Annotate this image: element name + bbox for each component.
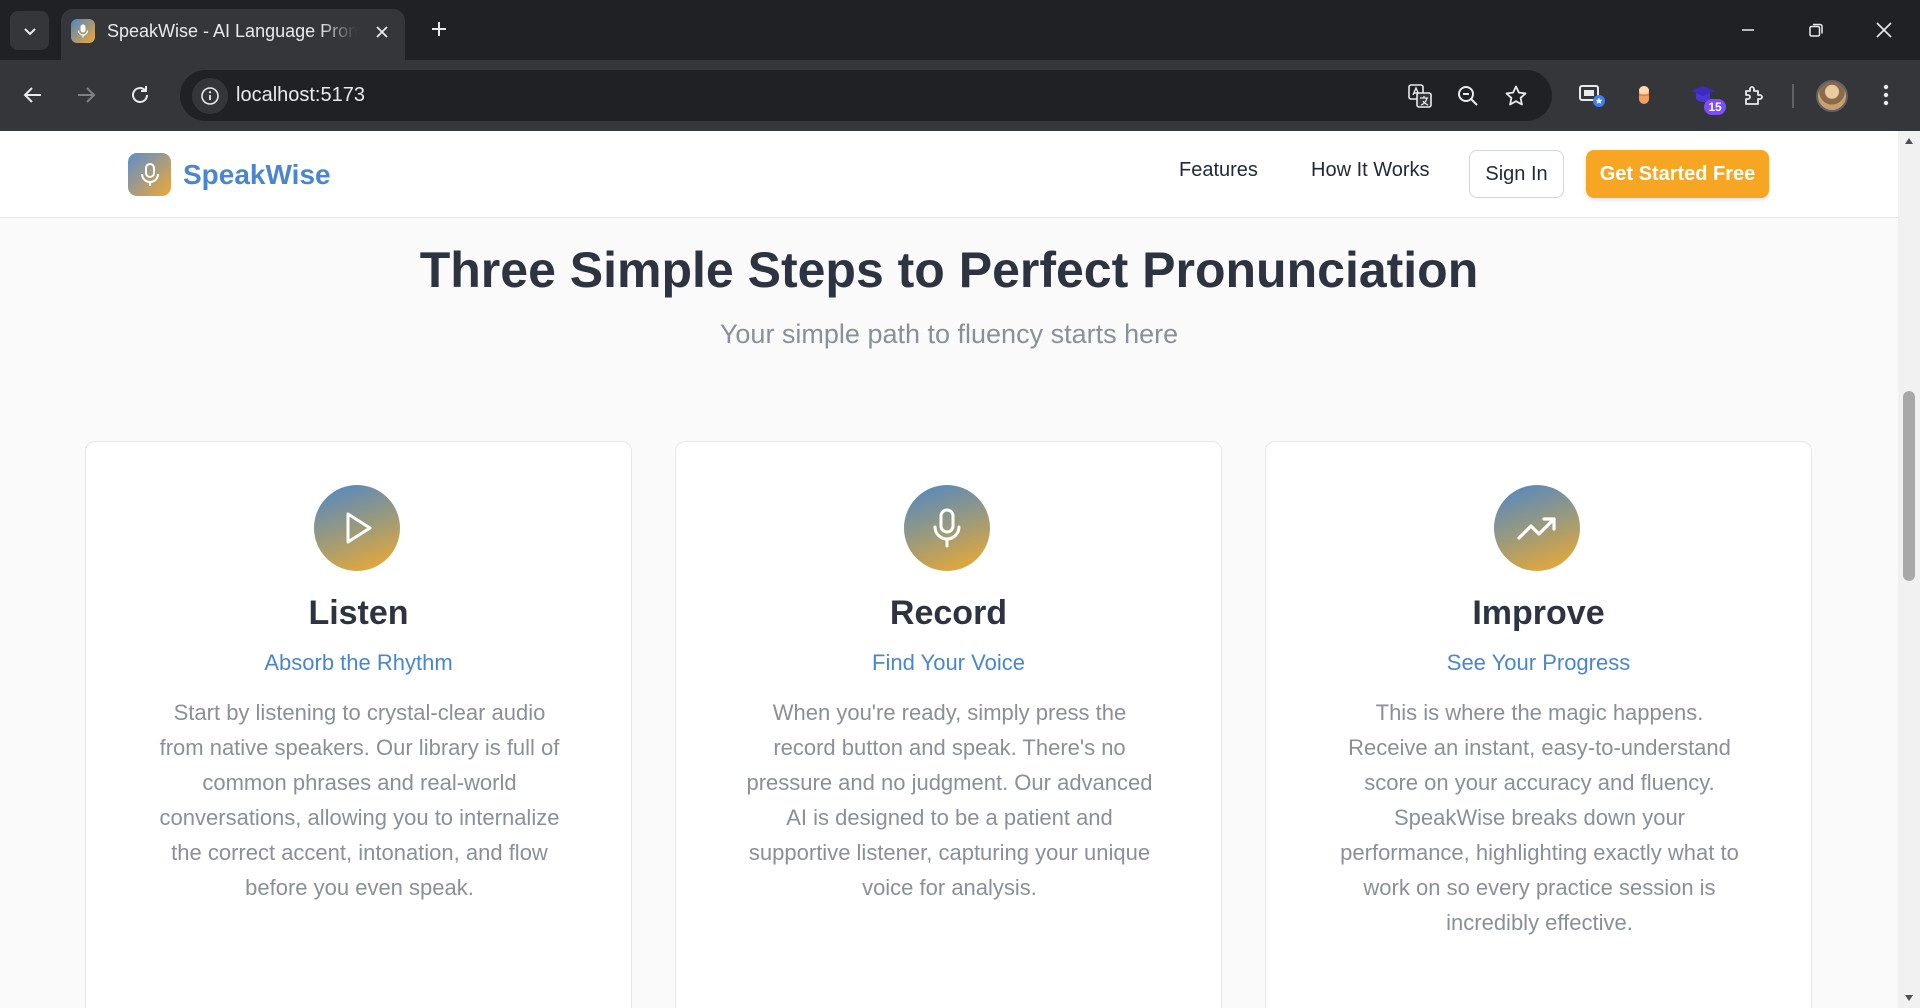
toolbar-separator: [1792, 84, 1794, 108]
forward-button[interactable]: [68, 77, 104, 113]
brand-name: SpeakWise: [183, 158, 331, 190]
card-title: Record: [889, 594, 1008, 632]
zoom-out-icon[interactable]: [1454, 82, 1482, 110]
card-title: Improve: [1472, 594, 1605, 632]
scroll-up-arrow-icon[interactable]: [1903, 135, 1915, 147]
bookmark-star-icon[interactable]: [1502, 82, 1530, 110]
site-header: SpeakWise Features How It Works Sign In …: [0, 131, 1898, 218]
step-card-record: Record Find Your Voice When you're ready…: [675, 441, 1222, 1008]
arrow-left-icon: [23, 87, 41, 103]
favicon-icon: [71, 19, 95, 43]
tab-search-button[interactable]: [10, 11, 49, 50]
scroll-down-arrow-icon[interactable]: [1903, 992, 1915, 1004]
minimize-icon: [1742, 29, 1754, 31]
card-subtitle: See Your Progress: [1446, 650, 1631, 675]
arrow-right-icon: [78, 87, 96, 103]
site-info-button[interactable]: [192, 78, 228, 114]
card-description: This is where the magic happens. Receive…: [1340, 700, 1739, 935]
page-scrollbar[interactable]: [1898, 131, 1920, 1008]
chevron-down-icon: [23, 27, 36, 35]
info-icon: [201, 87, 219, 105]
graduation-cap-extension-icon[interactable]: 15: [1686, 77, 1726, 115]
play-icon: [314, 485, 400, 571]
step-card-improve: Improve See Your Progress This is where …: [1265, 441, 1812, 1008]
profile-avatar[interactable]: [1816, 80, 1848, 112]
minimize-button[interactable]: [1728, 10, 1768, 50]
new-tab-button[interactable]: [424, 14, 454, 44]
section-title: Three Simple Steps to Perfect Pronunciat…: [419, 242, 1479, 298]
nav-link-features[interactable]: Features: [1179, 159, 1258, 182]
nav-link-how-it-works[interactable]: How It Works: [1311, 159, 1430, 182]
browser-tabstrip: SpeakWise - AI Language Pronunciation: [0, 0, 1920, 60]
trending-up-icon: [1494, 485, 1580, 571]
browser-tab[interactable]: SpeakWise - AI Language Pronunciation: [61, 9, 405, 60]
page-viewport: SpeakWise Features How It Works Sign In …: [0, 131, 1898, 1008]
brand-logo-link[interactable]: SpeakWise: [128, 153, 331, 196]
card-title: Listen: [308, 594, 409, 632]
card-subtitle: Absorb the Rhythm: [264, 650, 453, 675]
address-bar[interactable]: localhost:5173: [180, 70, 1552, 121]
card-description: When you're ready, simply press the reco…: [746, 700, 1153, 900]
close-icon: [1876, 22, 1892, 38]
extensions-puzzle-icon[interactable]: [1736, 77, 1772, 113]
close-window-button[interactable]: [1864, 10, 1904, 50]
extension-badge: 15: [1704, 99, 1726, 115]
restore-button[interactable]: [1796, 10, 1836, 50]
plus-icon: [432, 22, 446, 36]
sign-in-button[interactable]: Sign In: [1469, 150, 1564, 198]
url-text[interactable]: localhost:5173: [236, 84, 365, 107]
card-description: Start by listening to crystal-clear audi…: [159, 700, 560, 900]
close-icon[interactable]: [371, 21, 393, 43]
tab-title: SpeakWise - AI Language Pronunciation: [107, 21, 357, 41]
section-subtitle: Your simple path to fluency starts here: [719, 319, 1179, 349]
tab-manager-extension-icon[interactable]: [1574, 77, 1610, 113]
reload-icon: [132, 86, 148, 103]
kebab-menu-icon[interactable]: [1868, 77, 1904, 113]
reload-button[interactable]: [122, 77, 158, 113]
translate-icon[interactable]: [1406, 82, 1434, 110]
microphone-logo-icon: [128, 153, 171, 196]
card-subtitle: Find Your Voice: [872, 650, 1025, 675]
get-started-button[interactable]: Get Started Free: [1586, 150, 1769, 198]
microphone-icon: [904, 485, 990, 571]
capsule-extension-icon[interactable]: [1626, 77, 1662, 113]
scrollbar-thumb[interactable]: [1903, 391, 1915, 581]
step-card-listen: Listen Absorb the Rhythm Start by listen…: [85, 441, 632, 1008]
browser-toolbar: localhost:5173 15: [0, 60, 1920, 131]
back-button[interactable]: [15, 77, 51, 113]
restore-icon: [1809, 23, 1823, 37]
